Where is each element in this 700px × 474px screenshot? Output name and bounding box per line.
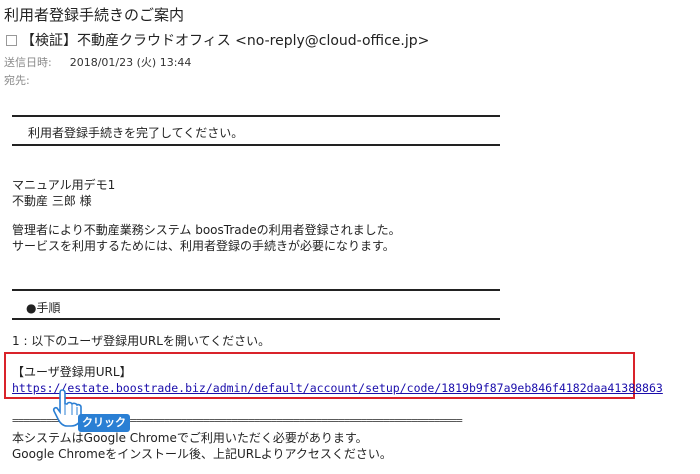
email-subject: 利用者登録手続きのご案内: [4, 6, 185, 24]
recipient-company: マニュアル用デモ1: [12, 178, 116, 192]
note-line-1: 本システムはGoogle Chromeでご利用いただく必要があります。: [12, 431, 368, 445]
to-label: 宛先:: [4, 74, 30, 87]
registration-url-link[interactable]: https://estate.boostrade.biz/admin/defau…: [12, 381, 663, 395]
select-checkbox[interactable]: [6, 34, 17, 46]
to-row: 宛先:: [4, 72, 30, 88]
note-line-2: Google Chromeをインストール後、上記URLよりアクセスください。: [12, 447, 392, 461]
divider: [12, 144, 500, 146]
sender-address: 【検証】不動産クラウドオフィス <no-reply@cloud-office.j…: [21, 33, 430, 49]
steps-title: ●手順: [26, 301, 61, 315]
intro-line-1: 管理者により不動産業務システム boosTradeの利用者登録されました。: [12, 223, 401, 237]
url-label: 【ユーザ登録用URL】: [12, 365, 132, 379]
intro-line-2: サービスを利用するためには、利用者登録の手続きが必要になります。: [12, 239, 395, 253]
sent-label: 送信日時:: [4, 56, 52, 69]
divider: [12, 289, 500, 291]
banner-title: 利用者登録手続きを完了してください。: [28, 126, 244, 140]
sent-value: 2018/01/23 (火) 13:44: [69, 56, 192, 69]
click-badge: クリック: [78, 414, 130, 432]
step-1: 1 : 以下のユーザ登録用URLを開いてください。: [12, 334, 271, 348]
recipient-name: 不動産 三郎 様: [12, 194, 92, 208]
sent-row: 送信日時: 2018/01/23 (火) 13:44: [4, 54, 191, 70]
sender-row: 【検証】不動産クラウドオフィス <no-reply@cloud-office.j…: [6, 30, 429, 50]
divider: [12, 115, 500, 117]
divider: [12, 318, 500, 320]
